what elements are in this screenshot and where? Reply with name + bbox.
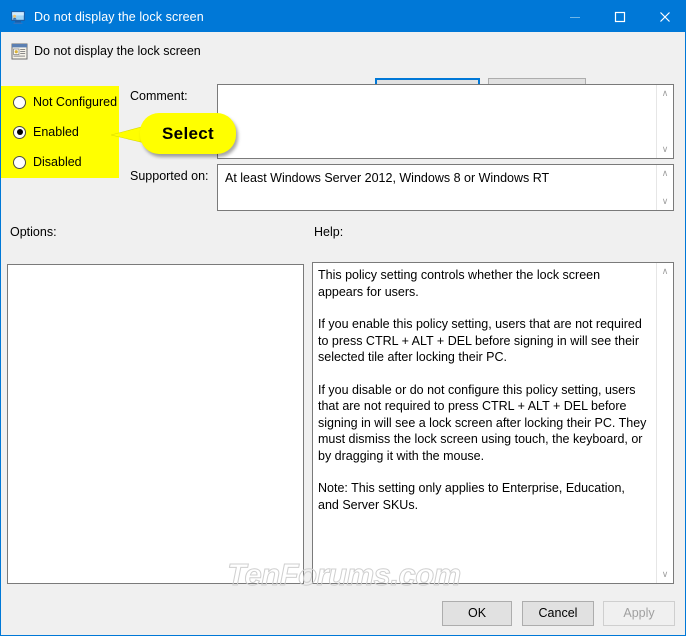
radio-indicator <box>13 155 26 169</box>
callout-label: Select <box>162 123 214 143</box>
scroll-up-icon[interactable]: ∧ <box>657 85 673 102</box>
supported-on-value: At least Windows Server 2012, Windows 8 … <box>225 171 550 185</box>
radio-indicator <box>13 95 26 109</box>
title-bar: Do not display the lock screen <box>1 1 685 32</box>
select-callout: Select <box>140 113 236 154</box>
window-controls <box>552 1 685 32</box>
maximize-button[interactable] <box>597 1 642 32</box>
policy-state-highlight: Not Configured Enabled Disabled <box>1 86 119 178</box>
ok-button[interactable]: OK <box>442 601 512 626</box>
supported-on-textarea[interactable]: At least Windows Server 2012, Windows 8 … <box>217 164 674 211</box>
computer-monitor-icon <box>10 9 26 25</box>
scroll-down-icon[interactable]: ∨ <box>657 566 673 583</box>
options-panel[interactable] <box>7 264 304 584</box>
options-label: Options: <box>10 225 57 239</box>
help-text: This policy setting controls whether the… <box>318 267 648 513</box>
scroll-down-icon[interactable]: ∨ <box>657 193 673 210</box>
radio-label: Disabled <box>33 155 82 169</box>
supported-on-label: Supported on: <box>130 169 209 183</box>
radio-enabled[interactable]: Enabled <box>13 123 79 141</box>
group-policy-setting-icon <box>11 43 28 60</box>
window-title: Do not display the lock screen <box>34 9 204 24</box>
close-button[interactable] <box>642 1 685 32</box>
scroll-up-icon[interactable]: ∧ <box>657 263 673 280</box>
radio-label: Enabled <box>33 125 79 139</box>
help-scrollbar[interactable]: ∧ ∨ <box>656 263 673 583</box>
group-policy-setting-dialog: Do not display the lock screen Do not di… <box>0 0 686 636</box>
comment-scrollbar[interactable]: ∧ ∨ <box>656 85 673 158</box>
dialog-header: Do not display the lock screen Previous … <box>1 32 685 103</box>
policy-title: Do not display the lock screen <box>34 44 201 58</box>
help-panel[interactable]: This policy setting controls whether the… <box>312 262 674 584</box>
help-paragraph: Note: This setting only applies to Enter… <box>318 481 625 512</box>
help-paragraph: This policy setting controls whether the… <box>318 268 601 299</box>
radio-indicator-selected <box>13 125 26 139</box>
minimize-button[interactable] <box>552 1 597 32</box>
cancel-button[interactable]: Cancel <box>522 601 594 626</box>
supported-on-scrollbar[interactable]: ∧ ∨ <box>656 165 673 210</box>
radio-label: Not Configured <box>33 95 118 109</box>
comment-textarea[interactable]: ∧ ∨ <box>217 84 674 159</box>
help-label: Help: <box>314 225 344 239</box>
help-paragraph: If you disable or do not configure this … <box>318 382 647 463</box>
radio-not-configured[interactable]: Not Configured <box>13 93 117 111</box>
apply-button: Apply <box>603 601 675 626</box>
radio-disabled[interactable]: Disabled <box>13 153 82 171</box>
comment-label: Comment: <box>130 89 188 103</box>
help-paragraph: If you enable this policy setting, users… <box>318 317 642 364</box>
scroll-up-icon[interactable]: ∧ <box>657 165 673 182</box>
scroll-down-icon[interactable]: ∨ <box>657 141 673 158</box>
